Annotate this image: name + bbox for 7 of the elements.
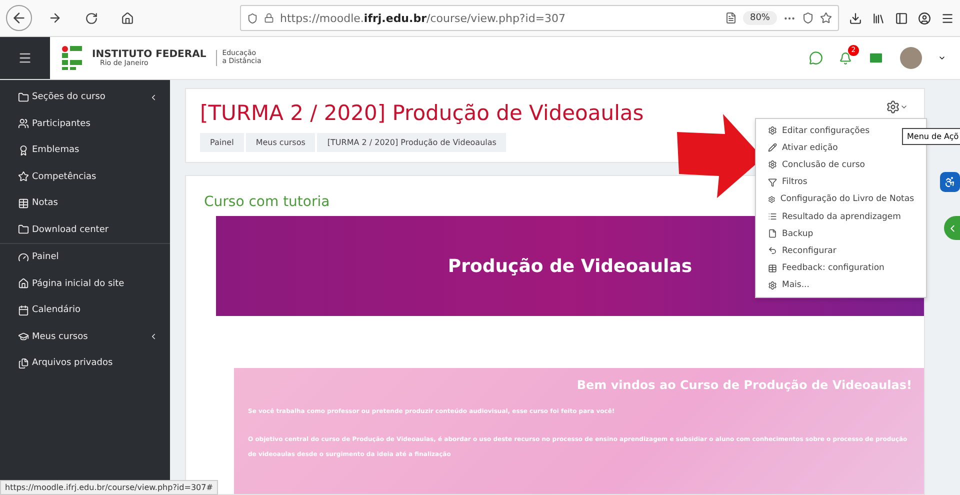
logo-title: INSTITUTO FEDERAL	[92, 50, 206, 60]
status-url: https://moodle.ifrj.edu.br/course/view.php?id=307#	[0, 480, 218, 495]
course-title: [TURMA 2 / 2020] Produção de Videoaulas	[200, 101, 644, 125]
welcome-title: Bem vindos ao Curso de Produção de Videoaulas!	[576, 378, 912, 392]
section-title: Curso com tutoria	[204, 194, 330, 210]
banner-title: Produção de Videoaulas	[448, 256, 692, 276]
tooltip: Menu de Açõ	[902, 128, 960, 145]
